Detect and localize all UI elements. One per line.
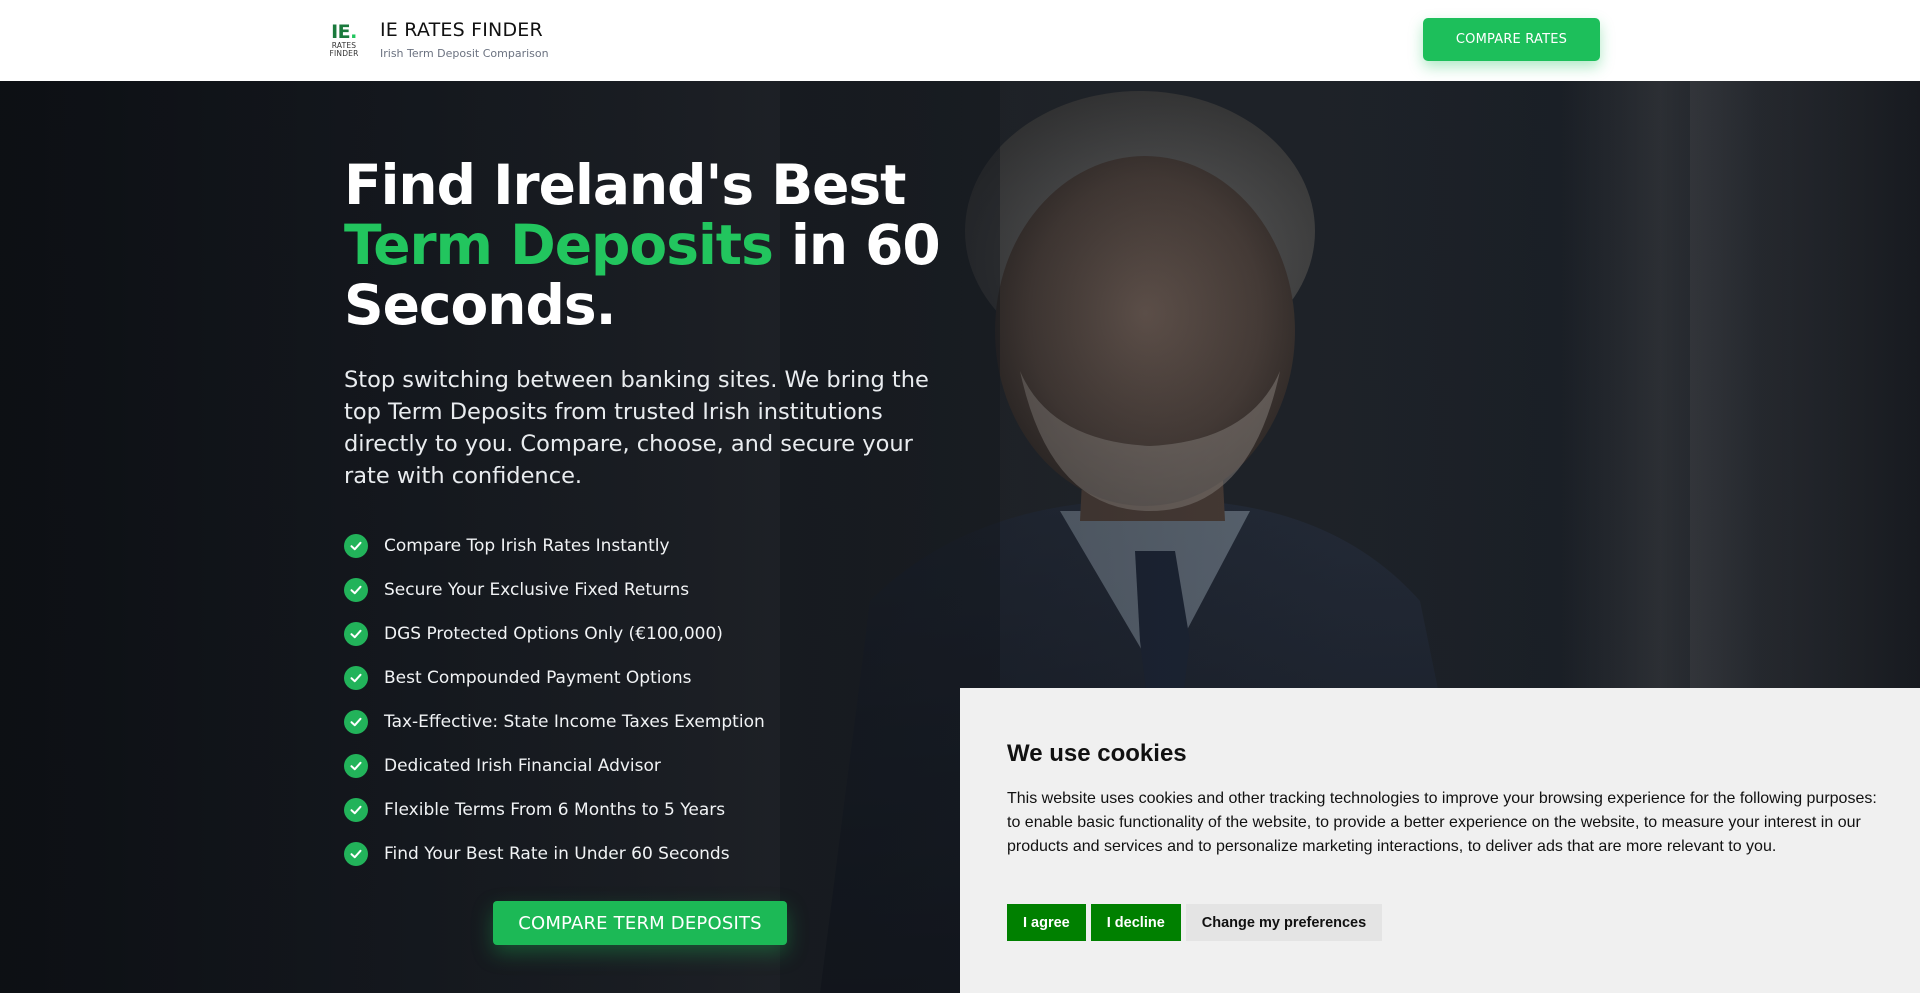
check-circle-icon	[344, 666, 368, 690]
cookie-title: We use cookies	[1007, 740, 1187, 767]
feature-item: Tax-Effective: State Income Taxes Exempt…	[344, 700, 765, 744]
site-header: IE. RATES FINDER IE RATES FINDER Irish T…	[0, 0, 1920, 81]
feature-item: Secure Your Exclusive Fixed Returns	[344, 568, 765, 612]
check-circle-icon	[344, 710, 368, 734]
cookie-consent-panel: We use cookies This website uses cookies…	[960, 688, 1920, 993]
check-circle-icon	[344, 798, 368, 822]
feature-text: Tax-Effective: State Income Taxes Exempt…	[384, 712, 765, 732]
cookie-description: This website uses cookies and other trac…	[1007, 790, 1877, 855]
feature-item: Compare Top Irish Rates Instantly	[344, 524, 765, 568]
feature-item: Dedicated Irish Financial Advisor	[344, 744, 765, 788]
feature-text: Compare Top Irish Rates Instantly	[384, 536, 670, 556]
cookie-agree-button[interactable]: I agree	[1007, 904, 1086, 941]
brand-title[interactable]: IE RATES FINDER	[380, 19, 543, 41]
hero-title: Find Ireland's Best Term Deposits in 60 …	[344, 155, 944, 335]
feature-text: Find Your Best Rate in Under 60 Seconds	[384, 844, 730, 864]
feature-item: Find Your Best Rate in Under 60 Seconds	[344, 832, 765, 876]
feature-text: Flexible Terms From 6 Months to 5 Years	[384, 800, 726, 820]
compare-rates-button[interactable]: COMPARE RATES	[1423, 18, 1600, 61]
hero-title-part-2: in 60	[790, 213, 941, 277]
hero-title-part-3: Seconds.	[344, 273, 616, 337]
feature-text: Best Compounded Payment Options	[384, 668, 692, 688]
check-circle-icon	[344, 754, 368, 778]
feature-item: Best Compounded Payment Options	[344, 656, 765, 700]
feature-text: Dedicated Irish Financial Advisor	[384, 756, 661, 776]
hero-title-accent: Term Deposits	[344, 213, 774, 277]
feature-item: DGS Protected Options Only (€100,000)	[344, 612, 765, 656]
cookie-buttons: I agree I decline Change my preferences	[1007, 904, 1383, 941]
hero-title-part-1: Find Ireland's Best	[344, 153, 906, 217]
logo-line-2: FINDER	[329, 49, 359, 58]
check-circle-icon	[344, 578, 368, 602]
feature-text: DGS Protected Options Only (€100,000)	[384, 624, 723, 644]
logo[interactable]: IE. RATES FINDER	[326, 22, 362, 60]
hero-description: Stop switching between banking sites. We…	[344, 367, 929, 489]
feature-item: Flexible Terms From 6 Months to 5 Years	[344, 788, 765, 832]
logo-mark-text: IE.	[331, 21, 357, 43]
check-circle-icon	[344, 842, 368, 866]
check-circle-icon	[344, 622, 368, 646]
check-circle-icon	[344, 534, 368, 558]
brand-subtitle: Irish Term Deposit Comparison	[380, 47, 549, 60]
feature-list: Compare Top Irish Rates Instantly Secure…	[344, 524, 765, 876]
cookie-decline-button[interactable]: I decline	[1090, 904, 1181, 941]
compare-term-deposits-button[interactable]: COMPARE TERM DEPOSITS	[493, 901, 787, 945]
feature-text: Secure Your Exclusive Fixed Returns	[384, 580, 690, 600]
cookie-preferences-button[interactable]: Change my preferences	[1185, 904, 1383, 941]
